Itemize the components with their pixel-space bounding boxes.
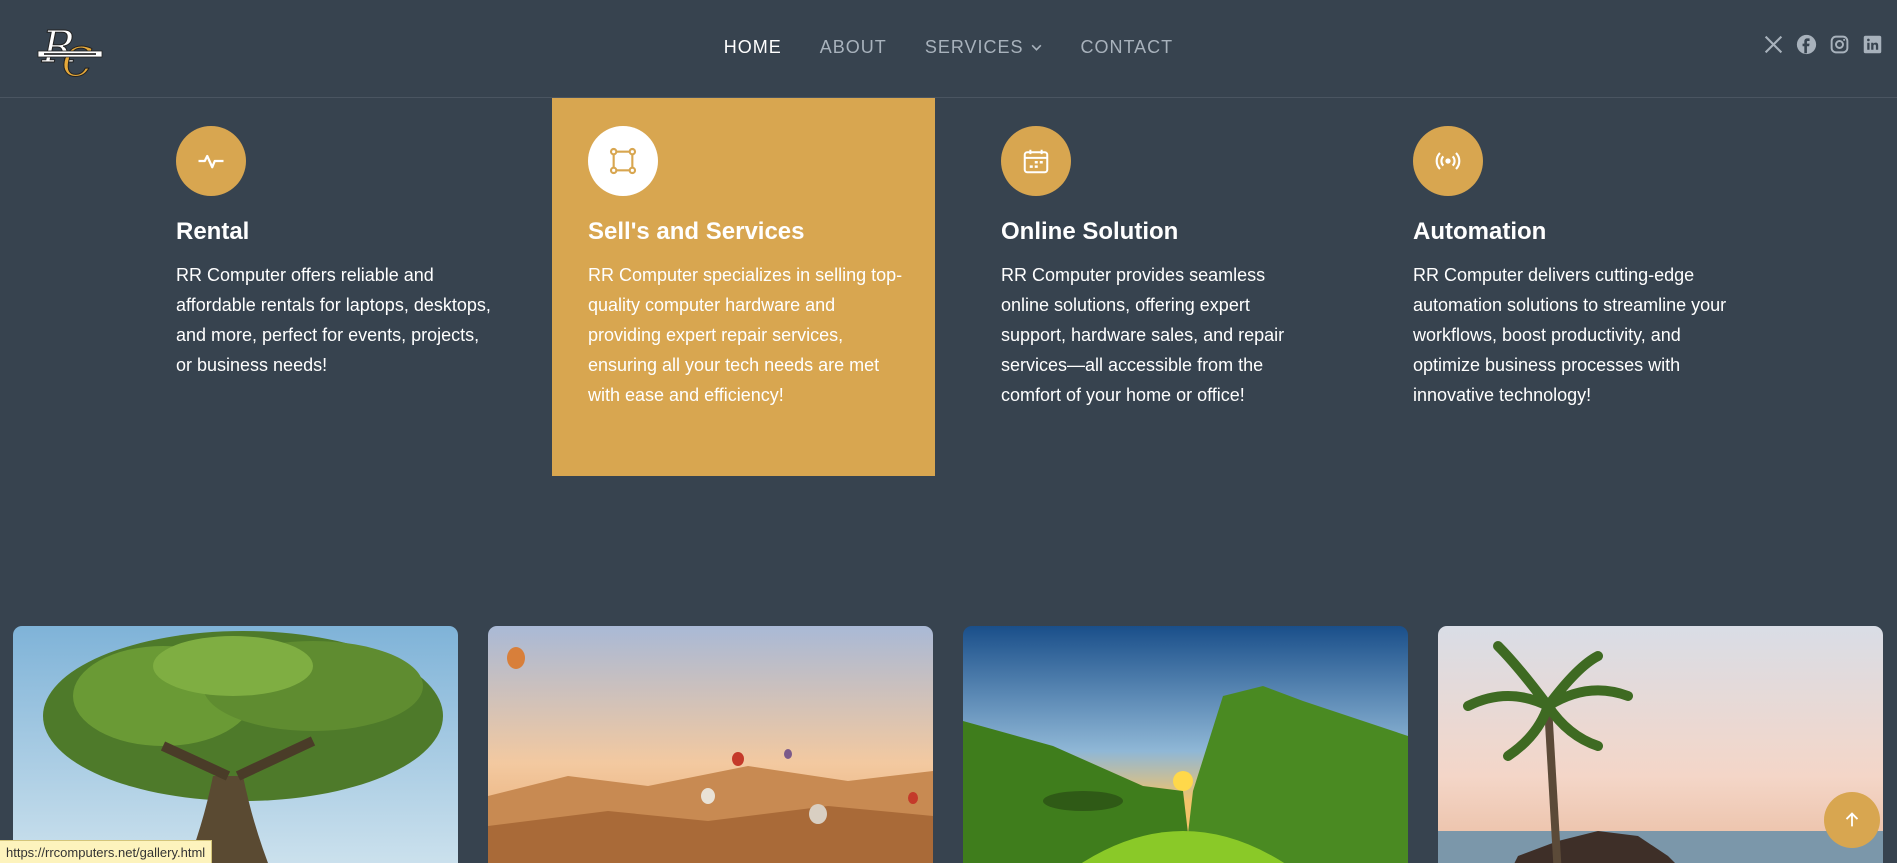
social-links [1763, 34, 1883, 55]
calendar-icon [1001, 126, 1071, 196]
service-description: RR Computer offers reliable and affordab… [176, 265, 491, 375]
arrow-up-icon [1845, 812, 1859, 827]
scroll-to-top-button[interactable] [1824, 792, 1880, 848]
service-card-rental[interactable]: Rental RR Computer offers reliable and a… [140, 98, 523, 476]
service-title: Rental [176, 218, 250, 245]
activity-icon [176, 126, 246, 196]
service-description: RR Computer provides seamless online sol… [1001, 265, 1285, 405]
service-description: RR Computer delivers cutting-edge automa… [1413, 265, 1727, 405]
nav-home[interactable]: HOME [724, 37, 782, 58]
service-description: RR Computer specializes in selling top-q… [588, 265, 903, 405]
site-header: R C HOME ABOUT SERVICES CONTACT [0, 0, 1897, 98]
broadcast-icon [1413, 126, 1483, 196]
nav-services[interactable]: SERVICES [925, 37, 1043, 58]
gallery-image-tree[interactable] [13, 626, 458, 863]
bounding-box-icon [588, 126, 658, 196]
main-nav: HOME ABOUT SERVICES CONTACT [0, 0, 1897, 94]
status-bar-url: https://rrcomputers.net/gallery.html [0, 840, 213, 863]
nav-contact[interactable]: CONTACT [1081, 37, 1174, 58]
facebook-icon[interactable] [1796, 34, 1817, 55]
nav-about[interactable]: ABOUT [820, 37, 887, 58]
service-title: Automation [1413, 218, 1547, 245]
service-card-sells-services[interactable]: Sell's and Services RR Computer speciali… [552, 98, 935, 476]
gallery-image-balloons[interactable] [488, 626, 933, 863]
nav-home-label: HOME [723, 36, 782, 57]
service-title: Online Solution [1001, 218, 1179, 245]
nav-about-label: ABOUT [819, 36, 887, 57]
service-card-automation[interactable]: Automation RR Computer delivers cutting-… [1377, 98, 1760, 476]
nav-contact-label: CONTACT [1080, 36, 1174, 57]
services-section: Rental RR Computer offers reliable and a… [0, 98, 1897, 476]
linkedin-icon[interactable] [1862, 34, 1883, 55]
instagram-icon[interactable] [1829, 34, 1850, 55]
gallery-image-palm-beach[interactable] [1438, 626, 1883, 863]
service-card-online-solution[interactable]: Online Solution RR Computer provides sea… [965, 98, 1348, 476]
service-title: Sell's and Services [588, 218, 805, 245]
x-icon[interactable] [1763, 34, 1784, 55]
gallery-image-green-valley[interactable] [963, 626, 1408, 863]
nav-services-label: SERVICES [924, 36, 1024, 57]
chevron-down-icon [1031, 44, 1041, 51]
